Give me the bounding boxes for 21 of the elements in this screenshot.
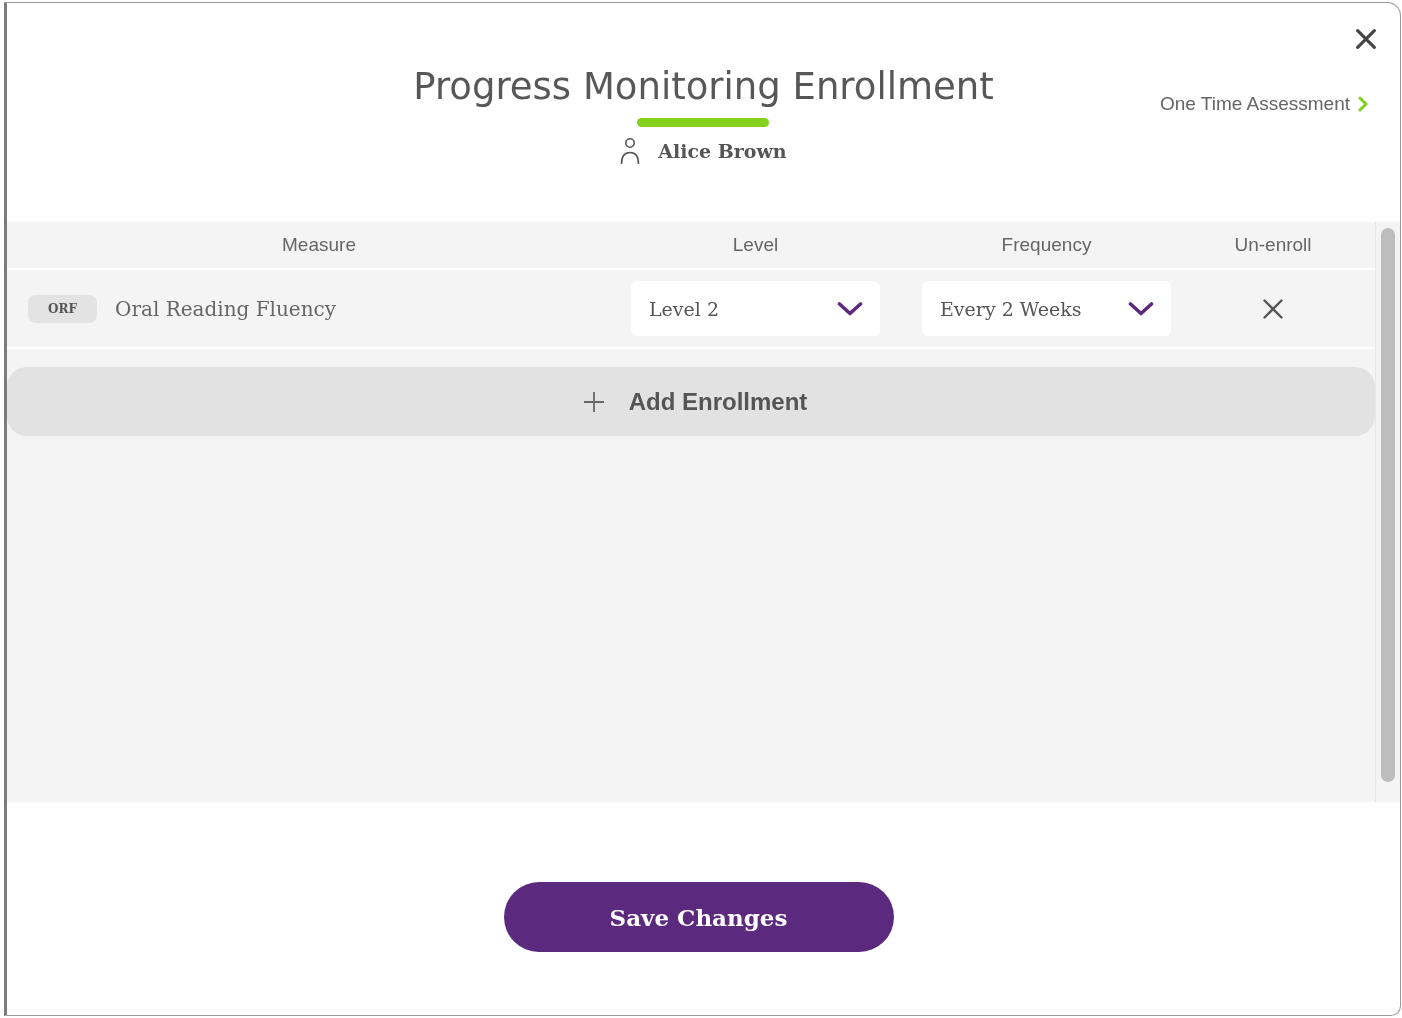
scrollbar-thumb[interactable] xyxy=(1381,228,1395,782)
column-header: Level xyxy=(732,234,779,256)
level-dropdown[interactable]: Level 2 xyxy=(631,281,880,336)
chevron-down-icon xyxy=(837,300,863,317)
one-time-assessment-link[interactable]: One Time Assessment xyxy=(1159,93,1368,115)
student-name: Alice Brown xyxy=(658,139,787,164)
chevron-right-icon xyxy=(1358,96,1368,112)
save-changes-button[interactable]: Save Changes xyxy=(503,882,894,952)
chevron-down-icon xyxy=(1128,300,1154,317)
dialog-title: Progress Monitoring Enrollment xyxy=(413,64,994,110)
measure-code-tag: ORF xyxy=(28,294,97,323)
add-enrollment-button[interactable]: Add Enrollment xyxy=(7,367,1375,436)
column-header: Frequency xyxy=(1001,234,1092,256)
plus-icon xyxy=(582,390,605,413)
remove-icon[interactable] xyxy=(1263,298,1283,319)
column-header: Measure xyxy=(282,234,356,256)
frequency-dropdown[interactable]: Every 2 Weeks xyxy=(922,281,1171,336)
measure-name: Oral Reading Fluency xyxy=(115,296,337,321)
person-icon xyxy=(620,137,641,165)
column-header: Un-enroll xyxy=(1234,234,1312,256)
close-icon[interactable] xyxy=(1356,29,1376,49)
